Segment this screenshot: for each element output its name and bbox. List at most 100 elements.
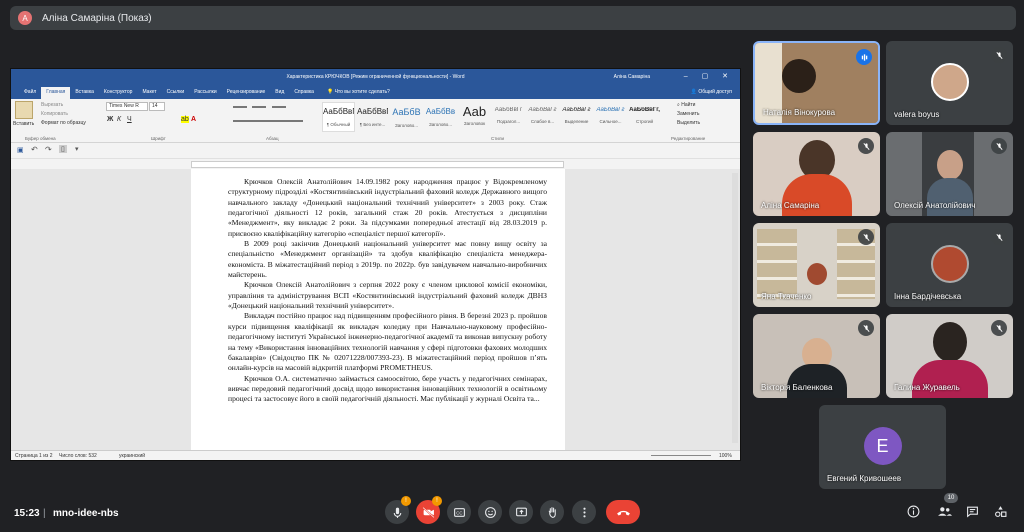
customize-icon[interactable]: ▾	[75, 145, 79, 153]
tab-view[interactable]: Вид	[270, 87, 289, 99]
camera-off-icon	[422, 506, 434, 518]
participant-tile[interactable]: Наталія Вінокурова	[753, 41, 880, 125]
avatar	[930, 245, 969, 283]
participant-tile[interactable]: Аліна Самаріна	[753, 132, 880, 216]
tell-me-search[interactable]: 💡 Что вы хотите сделать?	[319, 87, 398, 99]
style-strong[interactable]: АаБбВвГг, Строгий	[628, 102, 661, 132]
captions-button[interactable]: CC	[447, 500, 471, 524]
mic-off-icon	[991, 229, 1007, 245]
mic-off-icon	[858, 320, 874, 336]
paragraph-controls[interactable]	[233, 104, 313, 128]
share-button[interactable]: 👤 Общий доступ	[683, 87, 740, 99]
style-emphasis[interactable]: АаБбВвГг Выделение	[560, 102, 593, 132]
tab-references[interactable]: Ссылки	[162, 87, 190, 99]
clock: 15:23	[14, 508, 40, 519]
zoom-slider[interactable]	[651, 455, 711, 456]
font-size-select[interactable]: 14	[149, 102, 165, 111]
style-name: Подзагол...	[496, 119, 521, 124]
style-title[interactable]: Aab Заголовок	[458, 102, 491, 132]
zoom-level: 100%	[719, 453, 732, 459]
participant-name: Наталія Вінокурова	[763, 108, 836, 117]
document-page[interactable]: Крючков Олексій Анатолійович 14.09.1982 …	[191, 169, 565, 452]
tab-file[interactable]: Файл	[19, 87, 41, 99]
tab-design[interactable]: Конструктор	[99, 87, 138, 99]
mic-button[interactable]: !	[385, 496, 411, 524]
paste-icon[interactable]	[15, 101, 33, 119]
emoji-button[interactable]	[478, 500, 502, 524]
participant-name: valera boyus	[894, 110, 940, 119]
tab-help[interactable]: Справка	[289, 87, 319, 99]
present-button[interactable]	[509, 500, 533, 524]
leave-call-button[interactable]	[606, 500, 640, 524]
participant-tile[interactable]: Інна Бардічевська	[886, 223, 1013, 307]
italic-button[interactable]: К	[117, 116, 121, 123]
vertical-scrollbar[interactable]	[732, 173, 738, 443]
find-button[interactable]: ⌕ Найти	[677, 102, 695, 108]
format-painter-button[interactable]: Формат по образцу	[41, 120, 86, 126]
replace-button[interactable]: Заменить	[677, 111, 699, 117]
window-controls[interactable]: – ▢ ✕	[684, 72, 734, 80]
copy-button[interactable]: Копировать	[41, 111, 68, 117]
speaking-icon	[856, 49, 872, 65]
word-titlebar: Характеристика КРЮЧКОВ [Режим ограниченн…	[11, 69, 740, 85]
cut-button[interactable]: Вырезать	[41, 102, 63, 108]
participant-tile[interactable]: Вікторія Баленкова	[753, 314, 880, 398]
style-subtle-emphasis[interactable]: АаБбВвГг Слабое в...	[526, 102, 559, 132]
participant-video	[936, 150, 963, 180]
style-heading1[interactable]: АаБбВ Заголово...	[390, 102, 423, 132]
style-subtitle[interactable]: АаБбВвГг Подзагол...	[492, 102, 525, 132]
participant-body	[911, 360, 988, 398]
style-name: Сильное...	[599, 119, 622, 124]
style-heading2[interactable]: АаБбВв Заголово...	[424, 102, 457, 132]
save-icon[interactable]: ▣	[17, 146, 24, 154]
tab-mailings[interactable]: Рассылки	[189, 87, 221, 99]
mic-off-icon	[858, 229, 874, 245]
mic-icon	[393, 507, 401, 518]
horizontal-ruler[interactable]	[191, 161, 564, 168]
present-icon	[515, 507, 527, 516]
style-intense[interactable]: АаБбВвГг Сильное...	[594, 102, 627, 132]
paste-button[interactable]: Вставить	[13, 121, 34, 127]
select-button[interactable]: Выделить	[677, 120, 700, 126]
participant-tile[interactable]: Яна Ткаченко	[753, 223, 880, 307]
font-group-label: Шрифт	[151, 136, 166, 141]
font-color-button[interactable]: A	[191, 116, 196, 123]
people-button[interactable]	[937, 505, 952, 523]
activities-button[interactable]	[994, 505, 1007, 523]
participant-tile[interactable]: E Евгений Кривошеев	[819, 405, 946, 489]
doc-paragraph: В 2009 році закінчив Донецький національ…	[228, 239, 547, 280]
participant-tile[interactable]: Галина Журавель	[886, 314, 1013, 398]
style-sample: АаБбВвГг	[596, 107, 625, 113]
style-no-spacing[interactable]: АаБбВвГг, ¶ Без инте...	[356, 102, 389, 132]
redo-icon[interactable]: ↷	[45, 145, 52, 154]
language: украинский	[119, 453, 146, 459]
meeting-info-button[interactable]	[907, 505, 920, 523]
chat-button[interactable]	[966, 505, 979, 523]
find-label: Найти	[681, 102, 696, 108]
tab-review[interactable]: Рецензирование	[222, 87, 271, 99]
participant-video	[806, 263, 827, 285]
participant-name: Галина Журавель	[894, 383, 960, 392]
bold-button[interactable]: Ж	[107, 116, 113, 123]
doc-paragraph: Крючков Олексій Анатолійович 14.09.1982 …	[228, 177, 547, 238]
style-name: Строгий	[636, 119, 653, 124]
undo-icon[interactable]: ↶	[31, 145, 38, 154]
underline-button[interactable]: Ч	[127, 116, 132, 123]
raise-hand-button[interactable]	[540, 500, 564, 524]
separator: |	[43, 508, 46, 519]
tab-home[interactable]: Главная	[41, 87, 71, 99]
highlight-button[interactable]: ab	[181, 116, 189, 123]
participant-tile[interactable]: Олексій Анатолійович	[886, 132, 1013, 216]
touch-mode-icon[interactable]: ▯	[59, 145, 67, 153]
tab-layout[interactable]: Макет	[137, 87, 161, 99]
lightbulb-icon: 💡	[326, 89, 334, 95]
participant-video	[782, 59, 817, 93]
tab-insert[interactable]: Вставка	[70, 87, 99, 99]
info-icon	[907, 505, 920, 518]
font-name-select[interactable]: Times New R	[106, 102, 148, 111]
participant-tile[interactable]: valera boyus	[886, 41, 1013, 125]
style-normal[interactable]: АаБбВвГг, ¶ Обычный	[322, 102, 355, 132]
more-options-button[interactable]	[572, 500, 596, 524]
camera-button[interactable]: !	[416, 496, 442, 524]
doc-paragraph: Крючков О.А. систематично займається сам…	[228, 373, 547, 404]
